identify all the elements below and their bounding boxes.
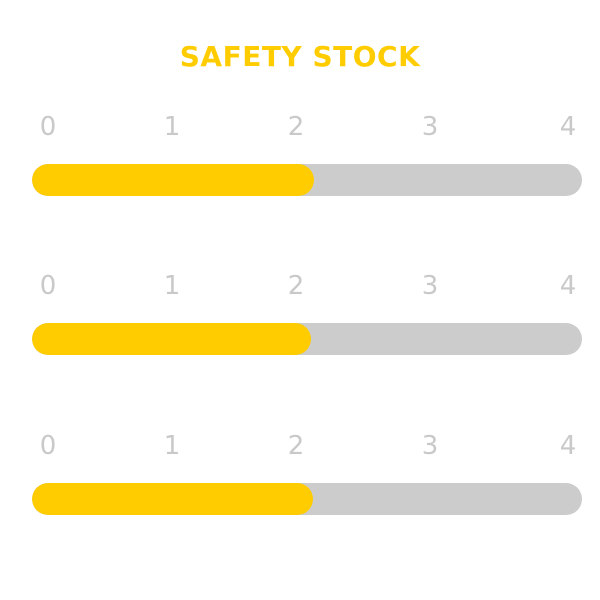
tick-label: 4 — [559, 431, 577, 461]
page-title: SAFETY STOCK — [179, 40, 421, 73]
progress-fill — [32, 483, 313, 515]
tick-label: 0 — [39, 431, 57, 461]
progress-track — [32, 323, 582, 355]
progress-fill — [32, 164, 314, 196]
progress-scale-2: 4 3 2 1 0 — [0, 271, 600, 371]
progress-scale-1: 4 3 2 1 0 — [0, 112, 600, 212]
tick-label: 0 — [39, 112, 57, 142]
tick-label: 1 — [163, 112, 181, 142]
progress-track — [32, 164, 582, 196]
tick-label: 3 — [421, 431, 439, 461]
tick-label: 1 — [163, 271, 181, 301]
progress-scale-3: 4 3 2 1 0 — [0, 431, 600, 531]
progress-fill — [32, 323, 311, 355]
tick-label: 4 — [559, 112, 577, 142]
tick-label: 2 — [287, 112, 305, 142]
tick-label: 2 — [287, 431, 305, 461]
tick-label: 2 — [287, 271, 305, 301]
tick-label: 0 — [39, 271, 57, 301]
tick-label: 4 — [559, 271, 577, 301]
tick-label: 3 — [421, 112, 439, 142]
tick-label: 3 — [421, 271, 439, 301]
progress-track — [32, 483, 582, 515]
tick-label: 1 — [163, 431, 181, 461]
